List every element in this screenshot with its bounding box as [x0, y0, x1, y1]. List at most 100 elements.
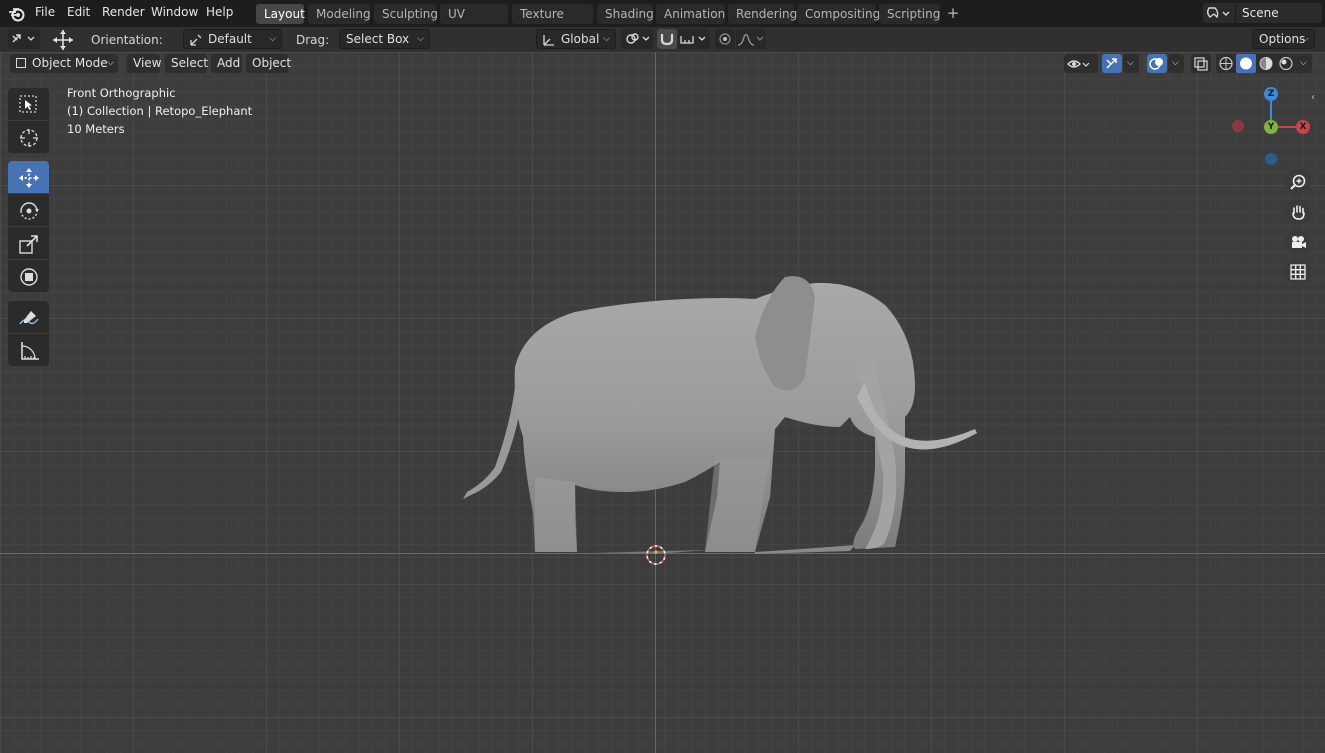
3d-cursor-icon[interactable]: [644, 543, 668, 567]
solid-shading-icon: [1240, 57, 1252, 70]
orientation-label: Orientation:: [91, 33, 163, 47]
gizmo-dropdown[interactable]: ⌵: [1123, 54, 1139, 73]
tab-sculpting[interactable]: Sculpting: [374, 4, 438, 24]
pan-button[interactable]: [1285, 199, 1311, 225]
gizmo-icon: [1106, 58, 1117, 69]
shading-dropdown[interactable]: ⌵: [1296, 54, 1312, 73]
drag-dropdown[interactable]: Select Box ⌵: [339, 29, 430, 49]
object-menu[interactable]: Object: [246, 54, 291, 73]
proportional-edit-button[interactable]: [715, 29, 735, 49]
cursor-tool[interactable]: [8, 121, 49, 153]
sidebar-toggle-icon[interactable]: ‹: [1311, 92, 1315, 103]
chevron-down-icon: ⌵: [107, 58, 114, 68]
menu-edit[interactable]: Edit: [67, 5, 90, 19]
transform-orientation-dropdown[interactable]: Global ⌵: [536, 29, 616, 49]
tab-layout[interactable]: Layout: [256, 4, 305, 24]
transform-pivot-button[interactable]: [8, 29, 40, 49]
select-box-icon: [19, 95, 37, 113]
scene-name-field[interactable]: Scene: [1236, 3, 1322, 23]
pivot-point-button[interactable]: [621, 29, 653, 49]
move-gizmo-icon[interactable]: [51, 28, 75, 52]
proportional-edit-icon: [719, 33, 731, 45]
viewport-header: Object Mode ⌵ View Select Add Object ⌵ ⌵…: [0, 52, 1325, 76]
add-menu[interactable]: Add: [211, 54, 242, 73]
measure-icon: [21, 342, 39, 360]
solid-shading-button[interactable]: [1236, 54, 1256, 73]
transform-tool-icon: [12, 34, 35, 43]
pivot-link-icon: [626, 33, 650, 44]
annotate-icon: [19, 311, 39, 325]
tab-compositing[interactable]: Compositing: [797, 4, 880, 24]
shading-mode-group: [1216, 54, 1296, 73]
chevron-down-icon: ⌵: [1300, 58, 1307, 68]
select-box-tool[interactable]: [8, 88, 49, 120]
blender-logo-icon[interactable]: [8, 5, 26, 23]
collection-object-text: (1) Collection | Retopo_Elephant: [67, 104, 253, 118]
scene-selector-button[interactable]: [1203, 3, 1235, 23]
tab-shading[interactable]: Shading: [597, 4, 654, 24]
overlays-dropdown[interactable]: ⌵: [1168, 54, 1184, 73]
move-tool[interactable]: [8, 161, 49, 193]
orientation-icon: [190, 34, 202, 46]
menu-help[interactable]: Help: [206, 5, 233, 19]
menu-file[interactable]: File: [35, 5, 55, 19]
gizmo-neg-x-axis[interactable]: [1232, 120, 1244, 132]
scale-tool[interactable]: [8, 227, 49, 259]
add-workspace-button[interactable]: +: [943, 4, 963, 24]
orthographic-toggle-button[interactable]: [1285, 259, 1311, 285]
options-dropdown[interactable]: Options ⌵: [1252, 29, 1315, 49]
gizmo-x-axis[interactable]: X: [1296, 120, 1310, 134]
drag-value: Select Box: [346, 32, 410, 46]
magnet-icon: [660, 34, 674, 46]
material-shading-icon[interactable]: [1256, 54, 1276, 73]
visibility-dropdown[interactable]: [1064, 54, 1098, 73]
wireframe-shading-icon[interactable]: [1216, 54, 1236, 73]
chevron-down-icon: ⌵: [269, 34, 276, 44]
tab-uv-editing[interactable]: UV Editing: [440, 4, 508, 41]
menu-window[interactable]: Window: [151, 5, 198, 19]
annotate-tool[interactable]: [8, 301, 49, 333]
gizmo-y-axis[interactable]: Y: [1264, 120, 1278, 134]
gizmo-neg-z-axis[interactable]: [1265, 153, 1277, 165]
hand-icon: [1292, 205, 1305, 220]
tab-texture-paint[interactable]: Texture Paint: [512, 4, 593, 41]
view-menu[interactable]: View: [127, 54, 161, 73]
grid-icon: [1290, 264, 1306, 280]
global-axes-icon: [543, 35, 554, 46]
object-mode-icon: [16, 58, 26, 68]
3d-viewport[interactable]: Object Mode ⌵ View Select Add Object ⌵ ⌵…: [0, 52, 1325, 753]
mode-dropdown[interactable]: Object Mode ⌵: [10, 54, 118, 73]
tab-rendering[interactable]: Rendering: [728, 4, 797, 24]
orientation-value: Default: [208, 32, 252, 46]
tab-animation[interactable]: Animation: [656, 4, 725, 24]
snap-target-button[interactable]: [678, 29, 710, 49]
select-menu[interactable]: Select: [165, 54, 208, 73]
camera-view-button[interactable]: [1285, 229, 1311, 255]
chevron-down-icon: ⌵: [1172, 58, 1179, 68]
measure-tool[interactable]: [8, 334, 49, 366]
cursor-icon: [20, 129, 38, 147]
overlays-toggle-button[interactable]: [1147, 54, 1167, 73]
grid-scale-text: 10 Meters: [67, 122, 125, 136]
gizmo-z-axis[interactable]: Z: [1264, 87, 1278, 101]
chevron-down-icon: ⌵: [1127, 58, 1134, 68]
scale-icon: [19, 235, 38, 254]
snap-toggle-button[interactable]: [657, 29, 677, 49]
rendered-shading-icon[interactable]: [1276, 54, 1296, 73]
rotate-tool[interactable]: [8, 194, 49, 226]
falloff-button[interactable]: [736, 29, 766, 49]
xray-icon: [1194, 57, 1208, 71]
xray-toggle-button[interactable]: [1191, 54, 1211, 73]
zoom-button[interactable]: [1285, 169, 1311, 195]
tab-modeling[interactable]: Modeling: [308, 4, 371, 24]
elephant-model[interactable]: [455, 257, 985, 557]
navigation-gizmo[interactable]: Z Y X: [1230, 85, 1315, 170]
transform-tool[interactable]: [8, 260, 49, 292]
snap-increment-icon: [680, 36, 706, 44]
camera-icon: [1292, 236, 1306, 248]
tab-scripting[interactable]: Scripting: [879, 4, 940, 24]
menu-render[interactable]: Render: [102, 5, 145, 19]
orientation-dropdown[interactable]: Default ⌵: [183, 29, 282, 49]
gizmo-toggle-button[interactable]: [1102, 54, 1122, 73]
chevron-down-icon: ⌵: [417, 34, 424, 44]
